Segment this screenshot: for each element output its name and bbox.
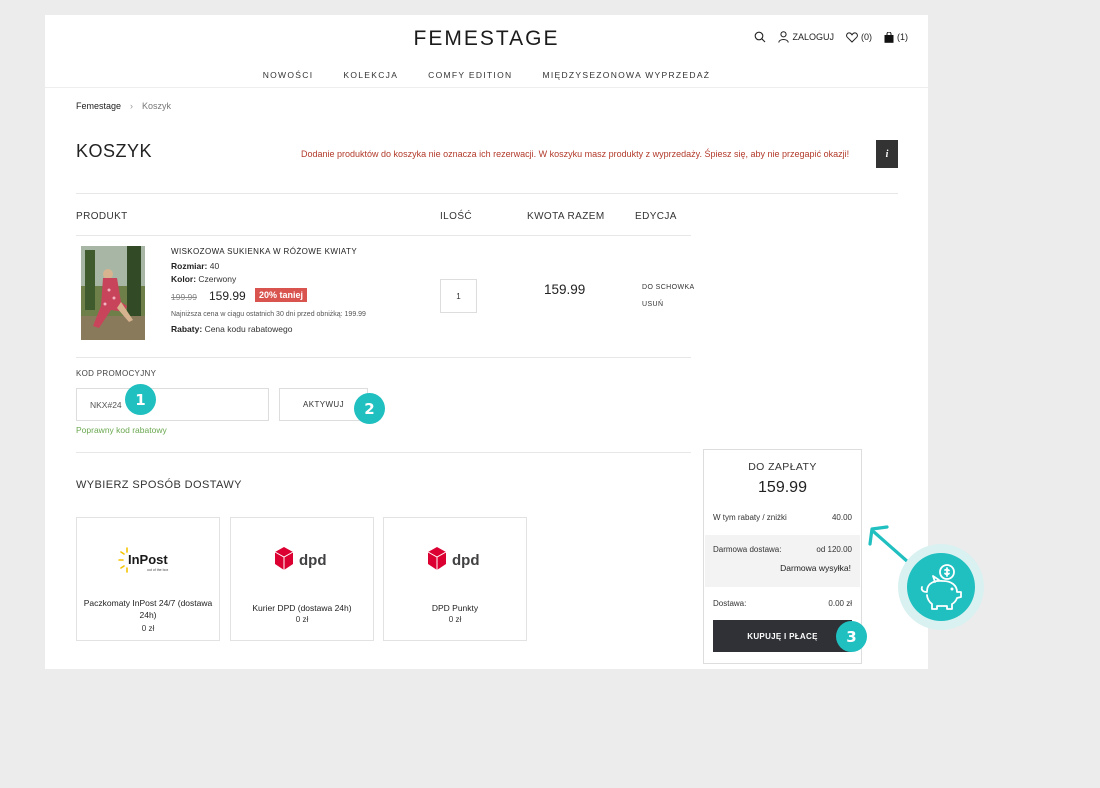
step-marker-3: 3 (836, 621, 867, 652)
breadcrumb-current: Koszyk (142, 101, 172, 111)
shipping-option-name: DPD Punkty (431, 603, 479, 613)
wishlist-link[interactable]: (0) (846, 31, 872, 43)
page-title: KOSZYK (76, 141, 153, 161)
discounts-value: 40.00 (831, 513, 852, 522)
shipping-option-price: 0 zł (448, 615, 462, 624)
info-icon: i (885, 148, 889, 160)
color-label: Kolor: (171, 274, 197, 284)
step-marker-1: 1 (125, 384, 156, 415)
product-color: Kolor: Czerwony (171, 274, 236, 284)
nav-item-kolekcja[interactable]: KOLEKCJA (343, 70, 398, 80)
shipping-option-name: Kurier DPD (dostawa 24h) (252, 603, 352, 613)
nav-item-comfy-edition[interactable]: COMFY EDITION (428, 70, 512, 80)
promo-code-input[interactable]: NKX#24 (76, 388, 269, 421)
column-edit: EDYCJA (635, 211, 677, 222)
piggy-bank-badge (907, 553, 975, 621)
piggy-bank-icon (920, 564, 962, 610)
shipping-option-price: 0 zł (295, 615, 309, 624)
lowest-price-note: Najniższa cena w ciągu ostatnich 30 dni … (171, 311, 366, 318)
size-value: 40 (209, 261, 220, 271)
shipping-option-price: 0 zł (141, 624, 155, 633)
free-shipping-label: Darmowa dostawa: (713, 545, 782, 554)
line-total: 159.99 (544, 282, 586, 297)
nav-item-nowosci[interactable]: NOWOŚCI (263, 70, 314, 80)
user-icon (778, 31, 790, 43)
size-label: Rozmiar: (171, 261, 208, 271)
shipping-option-dpd-points[interactable]: dpd DPD Punkty 0 zł (383, 517, 527, 641)
main-nav: NOWOŚCI KOLEKCJA COMFY EDITION MIĘDZYSEZ… (45, 70, 928, 80)
dpd-logo-text: dpd (452, 552, 480, 569)
summary-title: DO ZAPŁATY (748, 461, 817, 473)
inpost-logo: InPost out of the box (77, 542, 219, 578)
promo-divider (76, 452, 691, 453)
nav-divider (45, 87, 928, 88)
product-size: Rozmiar: 40 (171, 261, 219, 271)
product-discount: Rabaty: Cena kodu rabatowego (171, 324, 292, 334)
dpd-logo: dpd (231, 542, 373, 578)
discounts-label: W tym rabaty / zniżki (713, 513, 787, 522)
summary-shipping-row: Dostawa: 0.00 zł (713, 599, 852, 608)
inpost-logo-text: InPost (128, 552, 168, 567)
column-quantity: ILOŚĆ (440, 211, 473, 222)
free-shipping-note: Darmowa wysyłka! (780, 563, 851, 573)
product-divider (76, 357, 691, 358)
column-product: PRODUKT (76, 211, 128, 222)
cart-count: (1) (897, 32, 908, 42)
shipping-title: WYBIERZ SPOSÓB DOSTAWY (76, 479, 242, 491)
checkout-button[interactable]: KUPUJĘ I PŁACĘ (713, 620, 852, 652)
title-divider (76, 193, 898, 194)
product-name[interactable]: WISKOZOWA SUKIENKA W RÓŻOWE KWIATY (171, 247, 357, 256)
promo-success-message: Poprawny kod rabatowy (76, 425, 167, 435)
page-canvas: FEMESTAGE ZALOGUJ (0) (1) NOWOŚCI KOLEKC… (45, 15, 928, 669)
cart-link[interactable]: (1) (884, 31, 908, 43)
info-button[interactable]: i (876, 140, 898, 168)
table-header-divider (76, 235, 691, 236)
color-value: Czerwony (198, 274, 237, 284)
promo-label: KOD PROMOCYJNY (76, 369, 157, 378)
discount-value: Cena kodu rabatowego (204, 324, 293, 334)
summary-free-shipping-row: Darmowa dostawa: od 120.00 (713, 545, 852, 554)
login-label: ZALOGUJ (792, 32, 834, 42)
shopping-bag-icon (884, 31, 894, 43)
shipping-option-inpost[interactable]: InPost out of the box Paczkomaty InPost … (76, 517, 220, 641)
shipping-label: Dostawa: (713, 599, 747, 608)
discount-badge: 20% taniej (255, 288, 308, 302)
heart-icon (846, 31, 858, 43)
nav-item-wyprzedaz[interactable]: MIĘDZYSEZONOWA WYPRZEDAŻ (542, 70, 710, 80)
current-price: 159.99 (209, 289, 246, 303)
discount-label: Rabaty: (171, 324, 203, 334)
summary-discounts-row: W tym rabaty / zniżki 40.00 (713, 513, 852, 522)
free-shipping-box (705, 535, 860, 587)
old-price: 199.99 (171, 292, 197, 302)
summary-total: 159.99 (758, 479, 807, 496)
dpd-logo-text: dpd (299, 552, 327, 569)
search-button[interactable] (754, 31, 766, 43)
quantity-input[interactable]: 1 (440, 279, 477, 313)
breadcrumb: Femestage › Koszyk (76, 101, 171, 111)
cart-notice: Dodanie produktów do koszyka nie oznacza… (301, 149, 850, 159)
breadcrumb-separator: › (130, 101, 134, 111)
wishlist-count: (0) (861, 32, 872, 42)
column-total: KWOTA RAZEM (527, 211, 605, 222)
shipping-option-name: Paczkomaty InPost 24/7 (dostawa 24h) (83, 598, 213, 620)
shipping-value: 0.00 zł (828, 599, 852, 608)
free-shipping-value: od 120.00 (816, 545, 852, 554)
shipping-option-dpd-courier[interactable]: dpd Kurier DPD (dostawa 24h) 0 zł (230, 517, 374, 641)
step-marker-2: 2 (354, 393, 385, 424)
header-tools: ZALOGUJ (0) (1) (754, 31, 908, 43)
login-link[interactable]: ZALOGUJ (778, 31, 834, 43)
search-icon (755, 31, 766, 43)
product-thumbnail[interactable] (81, 246, 145, 340)
move-to-wishlist-link[interactable]: DO SCHOWKA (642, 284, 695, 291)
inpost-logo-tagline: out of the box (147, 568, 168, 572)
breadcrumb-home[interactable]: Femestage (76, 101, 121, 111)
remove-item-link[interactable]: USUŃ (642, 301, 663, 308)
dpd-logo: dpd (384, 542, 526, 578)
